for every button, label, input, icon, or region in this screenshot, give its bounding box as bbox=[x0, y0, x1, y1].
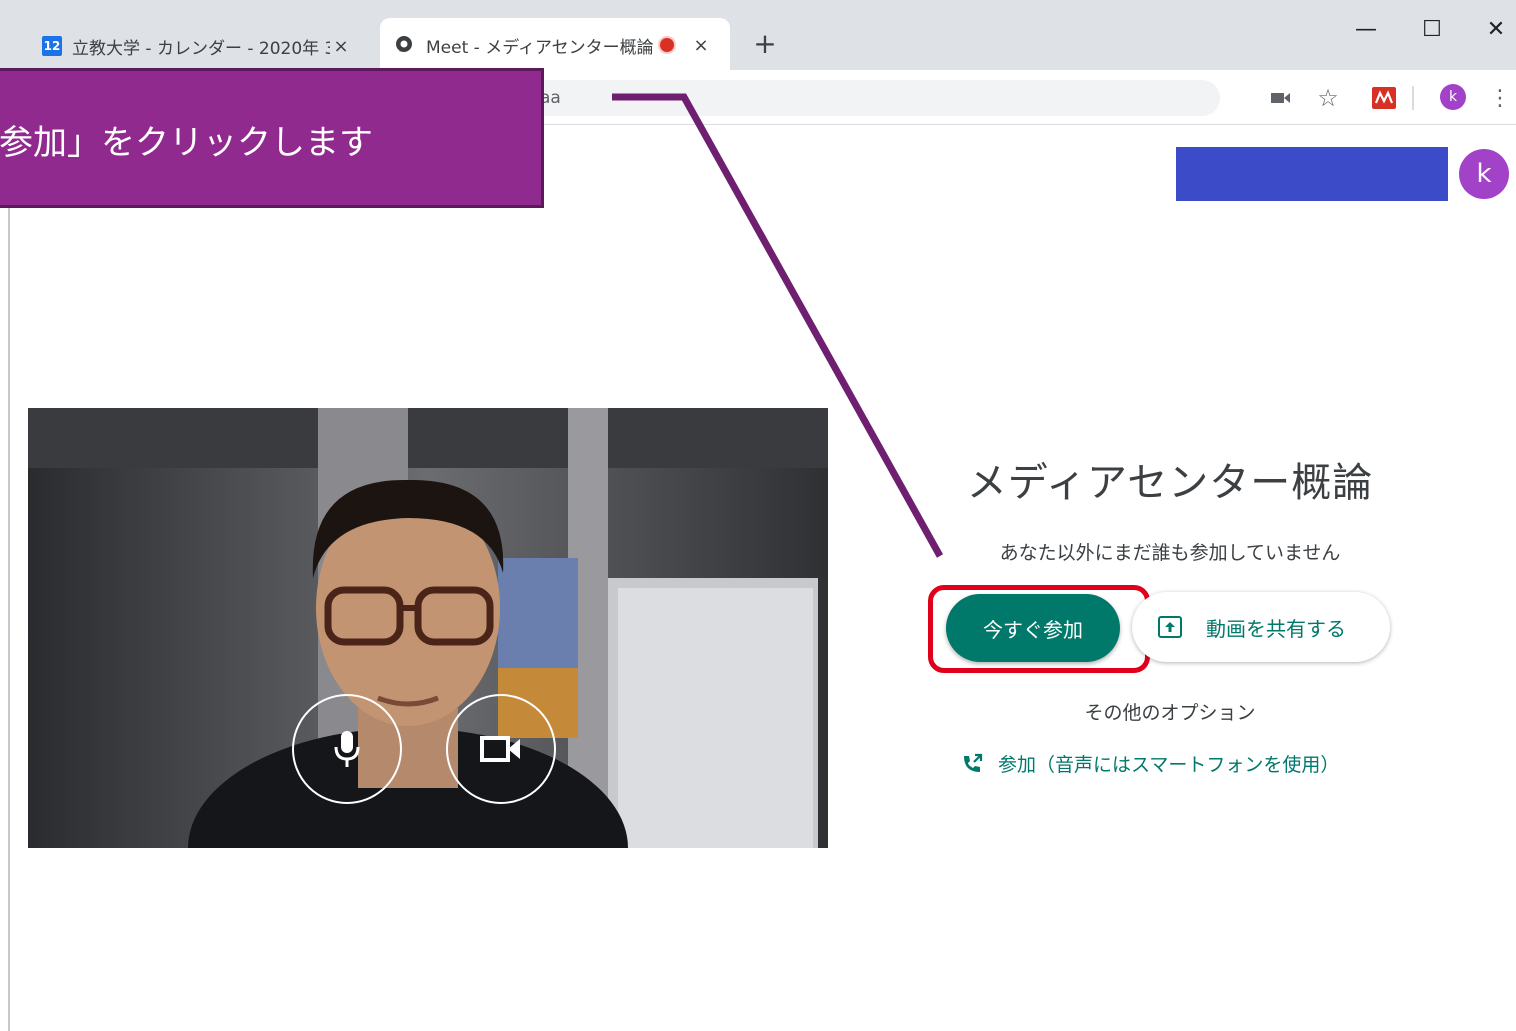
camera-preview bbox=[28, 408, 828, 848]
present-video-label: 動画を共有する bbox=[1206, 616, 1346, 641]
mute-microphone-button[interactable] bbox=[292, 694, 402, 804]
meeting-title: メディアセンター概論 bbox=[966, 460, 1374, 506]
meeting-status: あなた以外にまだ誰も参加していません bbox=[999, 542, 1341, 564]
microphone-icon bbox=[334, 731, 360, 767]
join-button-highlight bbox=[928, 585, 1150, 673]
meet-favicon-icon bbox=[396, 36, 412, 52]
tutorial-callout-text: 参加」をクリックします bbox=[0, 123, 373, 163]
camera-icon bbox=[480, 736, 520, 762]
phone-forward-icon bbox=[964, 753, 983, 772]
tab-title: 立教大学 - カレンダー - 2020年 3月 bbox=[72, 38, 330, 59]
profile-avatar[interactable]: k bbox=[1440, 84, 1466, 110]
account-name-redacted bbox=[1176, 147, 1448, 201]
other-options-label: その他のオプション bbox=[1084, 702, 1256, 724]
present-screen-icon bbox=[1158, 616, 1182, 638]
toggle-camera-button[interactable] bbox=[446, 694, 556, 804]
tab-close-icon[interactable]: × bbox=[330, 36, 352, 57]
address-bar[interactable]: aa bbox=[440, 80, 1220, 116]
recording-icon bbox=[658, 36, 676, 54]
tab-calendar[interactable]: 12 立教大学 - カレンダー - 2020年 3月 × bbox=[30, 20, 370, 72]
join-by-phone-link[interactable]: 参加（音声にはスマートフォンを使用） bbox=[960, 750, 1339, 777]
tutorial-callout: 参加」をクリックします bbox=[0, 68, 544, 208]
maximize-button[interactable]: ☐ bbox=[1402, 10, 1462, 50]
toolbar-divider bbox=[1412, 86, 1414, 110]
browser-tab-bar: 12 立教大学 - カレンダー - 2020年 3月 × Meet - メディア… bbox=[0, 0, 1516, 72]
tab-close-icon[interactable]: × bbox=[690, 35, 712, 56]
minimize-button[interactable]: — bbox=[1336, 10, 1396, 50]
tab-meet[interactable]: Meet - メディアセンター概論 × bbox=[380, 18, 730, 72]
window-left-edge bbox=[8, 124, 10, 1031]
tab-title: Meet - メディアセンター概論 bbox=[426, 37, 654, 58]
bookmark-star-icon[interactable]: ☆ bbox=[1314, 84, 1342, 112]
calendar-icon: 12 bbox=[42, 36, 62, 56]
new-tab-button[interactable]: + bbox=[748, 24, 782, 64]
join-by-phone-label: 参加（音声にはスマートフォンを使用） bbox=[998, 754, 1340, 776]
present-video-button[interactable]: 動画を共有する bbox=[1132, 592, 1390, 662]
extension-icon[interactable] bbox=[1370, 84, 1398, 112]
camera-in-use-icon[interactable] bbox=[1268, 84, 1294, 112]
close-window-button[interactable]: ✕ bbox=[1466, 10, 1516, 50]
browser-menu-icon[interactable]: ⋮ bbox=[1489, 84, 1511, 112]
account-avatar[interactable]: k bbox=[1459, 149, 1509, 199]
camera-preview-image bbox=[28, 408, 828, 848]
